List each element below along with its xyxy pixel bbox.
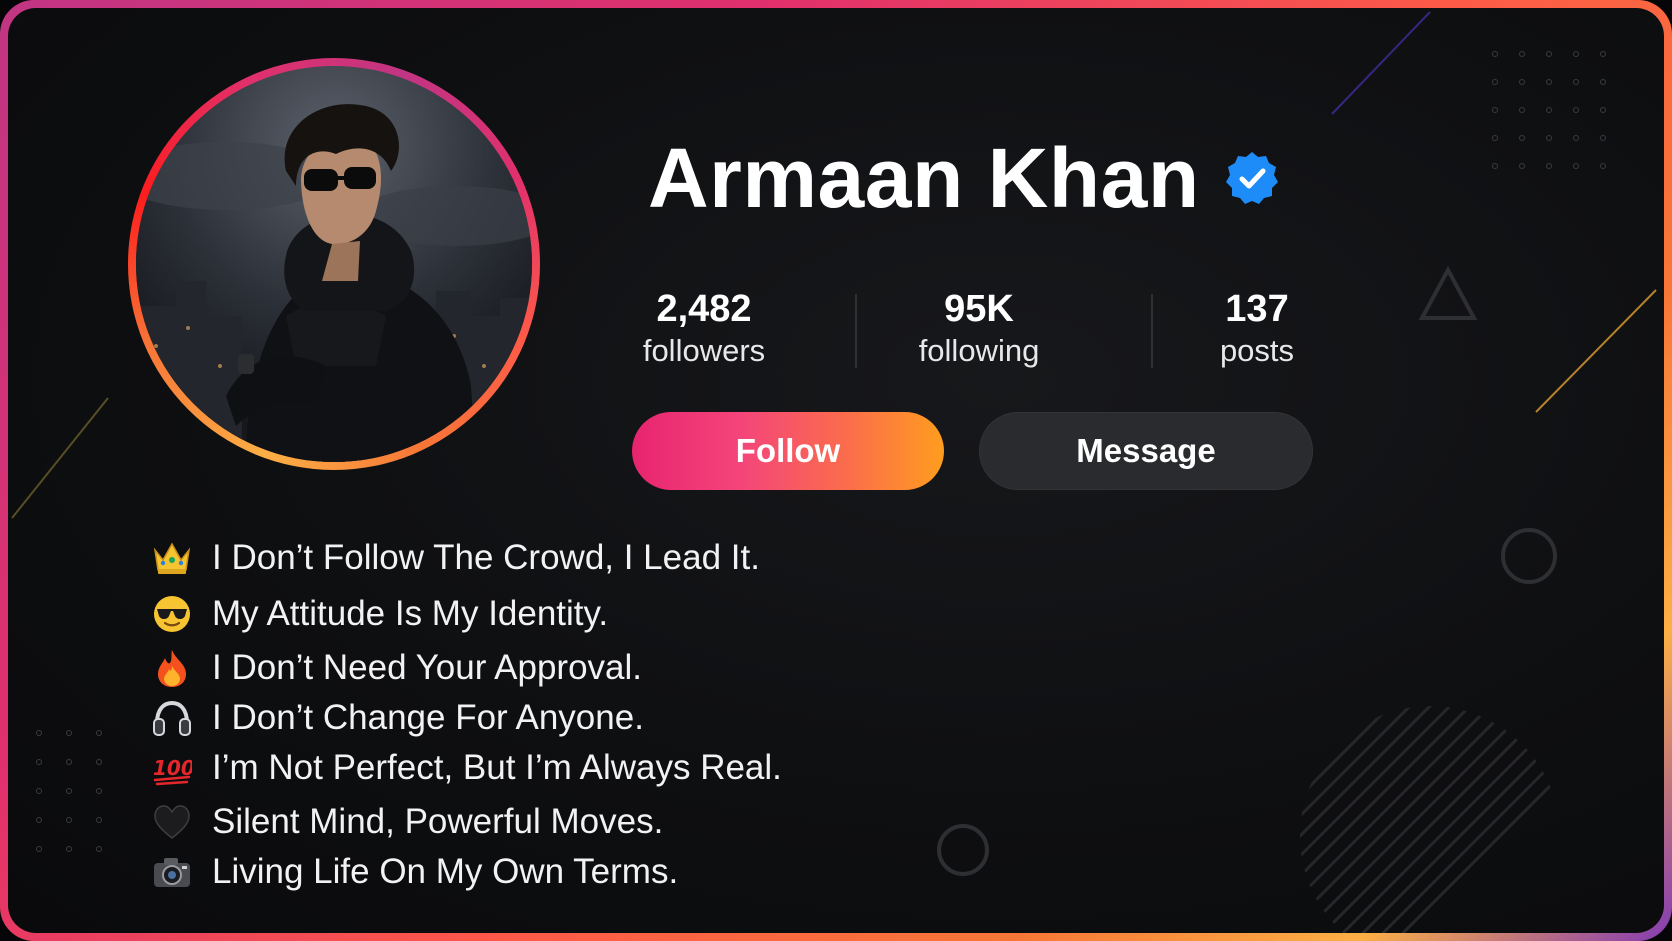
decorative-line (1331, 11, 1431, 115)
message-button[interactable]: Message (979, 412, 1313, 490)
decorative-line (11, 397, 109, 519)
decorative-dot-grid (1492, 51, 1606, 169)
black-heart-icon (148, 798, 196, 846)
bio-text: I Don’t Follow The Crowd, I Lead It. (212, 538, 760, 577)
hundred-points-icon: 100 (148, 744, 196, 792)
avatar-story-ring[interactable] (128, 58, 540, 470)
stat-divider (1151, 294, 1153, 368)
profile-photo (136, 66, 532, 462)
stat-followers[interactable]: 2,482 followers (604, 288, 804, 369)
bio-line: Living Life On My Own Terms. (148, 848, 678, 896)
decorative-line (1535, 289, 1657, 413)
fire-icon (148, 644, 196, 692)
bio-text: I Don’t Need Your Approval. (212, 648, 643, 687)
bio-text: I Don’t Change For Anyone. (212, 698, 644, 737)
profile-header: Armaan Khan (648, 136, 1280, 220)
stat-label: posts (1219, 332, 1295, 368)
decorative-circle (1501, 528, 1557, 584)
bio-text: Living Life On My Own Terms. (212, 852, 679, 891)
verified-badge-icon (1225, 152, 1278, 204)
profile-name: Armaan Khan (648, 131, 1200, 225)
bio-line: I Don’t Change For Anyone. (148, 694, 644, 742)
profile-card: Armaan Khan 2,482 followers 95K followin… (8, 8, 1664, 933)
headphones-icon (148, 694, 196, 742)
decorative-circle (937, 824, 989, 876)
bio-text: My Attitude Is My Identity. (212, 594, 609, 633)
decorative-dot-grid (36, 730, 102, 852)
profile-stats: 2,482 followers 95K following 137 posts (608, 288, 1328, 378)
stat-value: 137 (1225, 288, 1289, 330)
bio-line: I Don’t Need Your Approval. (148, 644, 642, 692)
bio-line: My Attitude Is My Identity. (148, 590, 608, 638)
stat-following[interactable]: 95K following (879, 288, 1079, 369)
follow-button[interactable]: Follow (632, 412, 944, 490)
crown-icon (148, 534, 196, 582)
stat-value: 95K (944, 288, 1014, 330)
profile-card-frame: Armaan Khan 2,482 followers 95K followin… (0, 0, 1672, 941)
stat-value: 2,482 (656, 288, 752, 330)
bio-text: Silent Mind, Powerful Moves. (212, 802, 664, 841)
stat-posts[interactable]: 137 posts (1157, 288, 1357, 369)
camera-icon (148, 848, 196, 896)
triangle-decoration-icon (1418, 266, 1478, 320)
stat-label: followers (642, 332, 766, 368)
stat-divider (855, 294, 857, 368)
diagonal-hatch-decoration (1300, 706, 1560, 933)
stat-label: following (918, 332, 1040, 368)
avatar[interactable] (136, 66, 532, 462)
sunglasses-face-icon (148, 590, 196, 638)
bio-text: I’m Not Perfect, But I’m Always Real. (212, 748, 782, 787)
bio-line: Silent Mind, Powerful Moves. (148, 798, 663, 846)
bio-line: I Don’t Follow The Crowd, I Lead It. (148, 534, 760, 582)
bio-line: 100 I’m Not Perfect, But I’m Always Real… (148, 744, 782, 792)
